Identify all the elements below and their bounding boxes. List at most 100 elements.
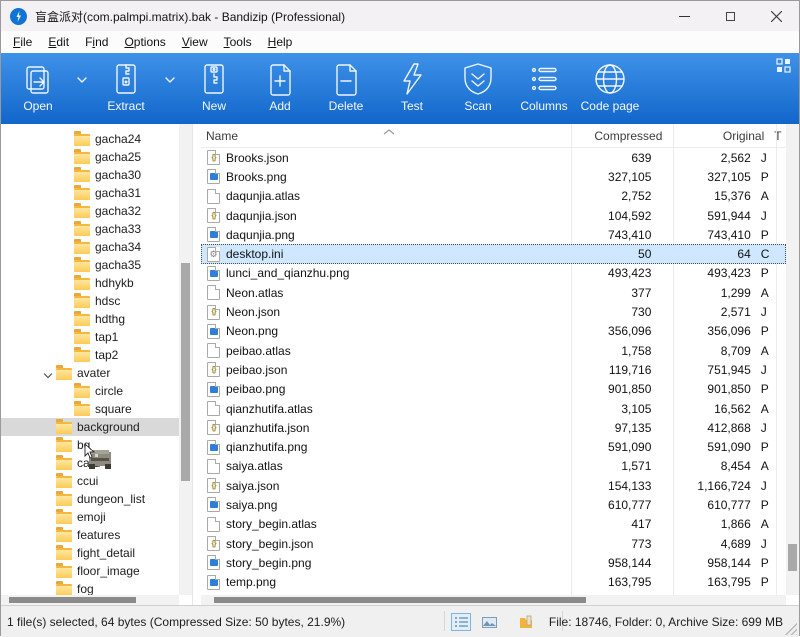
folder-tree-panel: gacha24 gacha25 gacha30 gacha31 gacha32 … [1,124,193,605]
tree-item-gacha35[interactable]: gacha35 [1,256,179,274]
file-compressed-size: 104,592 [558,209,656,223]
file-compressed-size: 327,105 [558,170,656,184]
tree-item-gacha33[interactable]: gacha33 [1,220,179,238]
file-row-story_begin.png[interactable]: story_begin.png 958,144 958,144 P [201,553,786,572]
file-row-peibao.atlas[interactable]: peibao.atlas 1,758 8,709 A [201,341,786,360]
file-row-qianzhutifa.json[interactable]: {} qianzhutifa.json 97,135 412,868 J [201,418,786,437]
file-row-daqunjia.png[interactable]: daqunjia.png 743,410 743,410 P [201,225,786,244]
add-button[interactable]: Add [247,53,313,124]
detail-view-button[interactable] [451,613,471,631]
tree-item-avater[interactable]: avater [1,364,179,382]
file-name: Neon.atlas [226,286,283,300]
file-list-vertical-scrollbar-thumb[interactable] [788,544,797,571]
test-button[interactable]: Test [379,53,445,124]
columns-button[interactable]: Columns [511,53,577,124]
file-row-daqunjia.json[interactable]: {} daqunjia.json 104,592 591,944 J [201,206,786,225]
tree-item-hdthg[interactable]: hdthg [1,310,179,328]
column-header-compressed[interactable]: Compressed [567,129,668,143]
file-row-saiya.png[interactable]: saiya.png 610,777 610,777 P [201,495,786,514]
file-original-size: 591,944 [656,209,755,223]
tree-item-gacha34[interactable]: gacha34 [1,238,179,256]
tree-item-tap2[interactable]: tap2 [1,346,179,364]
file-row-peibao.png[interactable]: peibao.png 901,850 901,850 P [201,380,786,399]
maximize-button[interactable] [707,1,753,31]
sidebar-vertical-scrollbar[interactable] [179,124,192,595]
close-button[interactable] [753,1,799,31]
file-row-peibao.json[interactable]: {} peibao.json 119,716 751,945 J [201,360,786,379]
file-row-lunci_and_qianzhu.png[interactable]: lunci_and_qianzhu.png 493,423 493,423 P [201,264,786,283]
window-resize-grip[interactable] [785,623,797,635]
sidebar-horizontal-scrollbar-thumb[interactable] [9,597,136,603]
file-row-temp.png[interactable]: temp.png 163,795 163,795 P [201,573,786,592]
menu-file[interactable]: File [5,33,40,51]
file-row-qianzhutifa.atlas[interactable]: qianzhutifa.atlas 3,105 16,562 A [201,399,786,418]
extract-button[interactable]: Extract [93,53,159,124]
tree-item-gacha25[interactable]: gacha25 [1,148,179,166]
file-type: A [756,286,785,300]
folder-icon [74,278,90,290]
file-row-qianzhutifa.png[interactable]: qianzhutifa.png 591,090 591,090 P [201,437,786,456]
menu-tools[interactable]: Tools [216,33,260,51]
file-list-horizontal-scrollbar-thumb[interactable] [214,597,586,603]
file-type-atlas-icon [207,459,220,474]
file-row-Neon.json[interactable]: {} Neon.json 730 2,571 J [201,302,786,321]
tree-item-circle[interactable]: circle [1,382,179,400]
sidebar-horizontal-scrollbar[interactable] [1,595,179,605]
file-row-saiya.atlas[interactable]: saiya.atlas 1,571 8,454 A [201,457,786,476]
tree-item-fight_detail[interactable]: fight_detail [1,544,179,562]
menu-help[interactable]: Help [260,33,301,51]
toolbar-layout-toggle-icon[interactable] [776,58,791,73]
file-list-horizontal-scrollbar[interactable] [201,595,786,605]
code-page-button[interactable]: Code page [577,53,643,124]
file-row-daqunjia.atlas[interactable]: daqunjia.atlas 2,752 15,376 A [201,187,786,206]
tree-item-background[interactable]: background [1,418,179,436]
file-list-vertical-scrollbar[interactable] [786,124,799,595]
folder-icon [74,206,90,218]
tree-item-hdhykb[interactable]: hdhykb [1,274,179,292]
file-row-desktop.ini[interactable]: ⚙ desktop.ini 50 64 C [201,244,786,263]
tree-item-features[interactable]: features [1,526,179,544]
file-name: daqunjia.atlas [226,189,300,203]
tree-item-hdsc[interactable]: hdsc [1,292,179,310]
tree-item-fog[interactable]: fog [1,580,179,595]
file-row-story_begin.atlas[interactable]: story_begin.atlas 417 1,866 A [201,515,786,534]
tree-item-bg[interactable]: bg [1,436,179,454]
open-dropdown-arrow[interactable] [71,35,93,124]
chevron-expanded-icon[interactable] [43,368,53,382]
open-folder-button[interactable] [516,613,536,631]
archive-summary: File: 18746, Folder: 0, Archive Size: 69… [549,615,783,629]
file-row-story_begin.json[interactable]: {} story_begin.json 773 4,689 J [201,534,786,553]
tree-item-floor_image[interactable]: floor_image [1,562,179,580]
column-header-original[interactable]: Original [667,129,769,143]
file-row-Brooks.json[interactable]: {} Brooks.json 639 2,562 J [201,148,786,167]
file-row-Neon.atlas[interactable]: Neon.atlas 377 1,299 A [201,283,786,302]
tree-item-square[interactable]: square [1,400,179,418]
tree-item-gacha24[interactable]: gacha24 [1,130,179,148]
tree-item-emoji[interactable]: emoji [1,508,179,526]
delete-button[interactable]: Delete [313,53,379,124]
scan-button[interactable]: Scan [445,53,511,124]
tree-item-gacha31[interactable]: gacha31 [1,184,179,202]
tree-item-gacha32[interactable]: gacha32 [1,202,179,220]
file-name: daqunjia.json [226,209,297,223]
file-compressed-size: 1,571 [558,459,656,473]
folder-icon [74,350,90,362]
tree-item-dungeon_list[interactable]: dungeon_list [1,490,179,508]
tree-item-card[interactable]: card [1,454,179,472]
file-row-Neon.png[interactable]: Neon.png 356,096 356,096 P [201,322,786,341]
file-row-saiya.json[interactable]: {} saiya.json 154,133 1,166,724 J [201,476,786,495]
file-row-Brooks.png[interactable]: Brooks.png 327,105 327,105 P [201,167,786,186]
new-icon [196,60,232,98]
file-original-size: 15,376 [656,189,755,203]
extract-dropdown-arrow[interactable] [159,35,181,124]
open-button[interactable]: Open [5,53,71,124]
minimize-button[interactable] [661,1,707,31]
thumbnail-view-button[interactable] [479,613,499,631]
new-button[interactable]: New [181,53,247,124]
tree-item-gacha30[interactable]: gacha30 [1,166,179,184]
tree-item-ccui[interactable]: ccui [1,472,179,490]
tree-item-tap1[interactable]: tap1 [1,328,179,346]
chevron-down-icon [165,77,175,83]
sidebar-vertical-scrollbar-thumb[interactable] [181,263,190,481]
panel-splitter[interactable] [193,124,201,605]
